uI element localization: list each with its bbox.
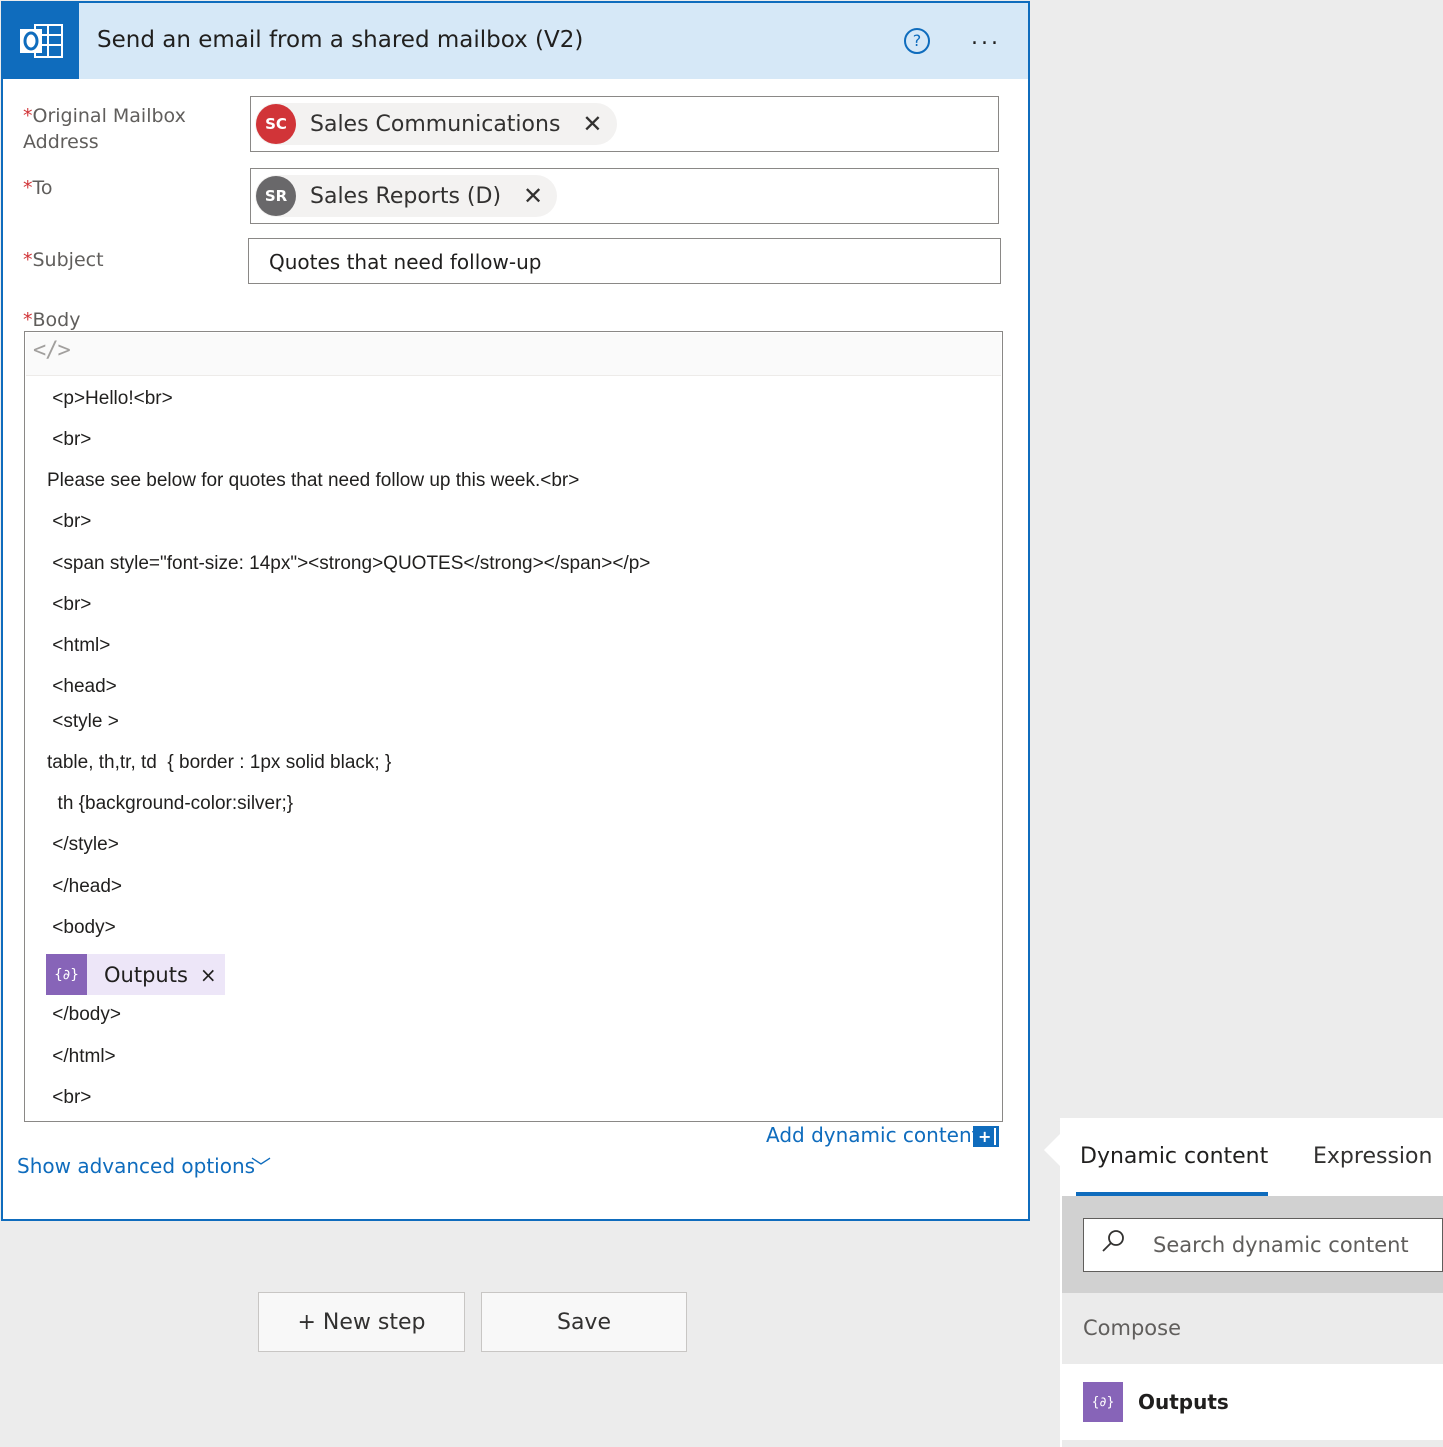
- remove-token-icon[interactable]: ✕: [523, 182, 543, 210]
- panel-pointer: [1044, 1134, 1060, 1166]
- recipient-token[interactable]: SR Sales Reports (D) ✕: [255, 175, 558, 217]
- outputs-token[interactable]: {∂} Outputs ×: [46, 954, 225, 995]
- show-advanced-options-link[interactable]: Show advanced options: [17, 1154, 255, 1178]
- body-line: table, th,tr, td { border : 1px solid bl…: [47, 752, 392, 773]
- add-dynamic-content-icon[interactable]: +: [973, 1126, 999, 1147]
- body-line: <html>: [47, 635, 111, 656]
- remove-token-icon[interactable]: ✕: [582, 110, 602, 138]
- body-line: <br>: [47, 429, 92, 450]
- mailbox-token[interactable]: SC Sales Communications ✕: [255, 103, 617, 145]
- subject-label: *Subject: [23, 249, 104, 271]
- body-line: <br>: [47, 1087, 92, 1108]
- to-label: *To: [23, 177, 53, 199]
- add-dynamic-content-link[interactable]: Add dynamic content: [766, 1123, 980, 1147]
- outputs-token-label: Outputs: [104, 962, 188, 987]
- body-editor[interactable]: </> <p>Hello!<br> <br> Please see below …: [24, 331, 1003, 1122]
- body-line: <br>: [47, 594, 92, 615]
- code-view-icon[interactable]: </>: [33, 338, 71, 363]
- body-line: <body>: [47, 917, 116, 938]
- body-line: <span style="font-size: 14px"><strong>QU…: [47, 553, 651, 574]
- original-mailbox-field[interactable]: SC Sales Communications ✕: [250, 96, 999, 152]
- tab-dynamic-content[interactable]: Dynamic content: [1080, 1144, 1268, 1169]
- body-label: *Body: [23, 309, 81, 331]
- help-icon[interactable]: ?: [904, 28, 930, 54]
- action-title: Send an email from a shared mailbox (V2): [97, 27, 584, 53]
- body-line: th {background-color:silver;}: [47, 793, 294, 814]
- more-options-icon[interactable]: ...: [971, 25, 1001, 50]
- outputs-item[interactable]: Outputs: [1138, 1390, 1229, 1414]
- body-line: </body>: [47, 1004, 121, 1025]
- search-icon: [1100, 1228, 1126, 1260]
- divider: [1062, 1440, 1443, 1447]
- compose-icon: {∂}: [46, 954, 87, 995]
- tab-expression[interactable]: Expression: [1313, 1144, 1432, 1169]
- subject-input[interactable]: Quotes that need follow-up: [248, 238, 1001, 284]
- outlook-icon: [3, 3, 79, 79]
- body-line: <style >: [47, 711, 119, 732]
- search-placeholder: Search dynamic content: [1153, 1233, 1409, 1257]
- body-line: <br>: [47, 511, 92, 532]
- new-step-button[interactable]: + New step: [258, 1292, 465, 1352]
- to-field[interactable]: SR Sales Reports (D) ✕: [250, 168, 999, 224]
- avatar: SR: [256, 176, 296, 216]
- chevron-down-icon[interactable]: ﹀: [251, 1151, 271, 1180]
- compose-icon: {∂}: [1083, 1382, 1123, 1422]
- save-button[interactable]: Save: [481, 1292, 687, 1352]
- avatar: SC: [256, 104, 296, 144]
- original-mailbox-label: *Original Mailbox Address: [23, 105, 186, 153]
- body-line: </html>: [47, 1046, 116, 1067]
- body-line: </head>: [47, 876, 123, 897]
- body-line: </style>: [47, 834, 119, 855]
- body-line: <p>Hello!<br>: [47, 388, 173, 409]
- action-header[interactable]: Send an email from a shared mailbox (V2)…: [3, 3, 1028, 79]
- editor-toolbar: </>: [26, 333, 1001, 376]
- body-line: Please see below for quotes that need fo…: [47, 470, 580, 491]
- recipient-token-label: Sales Reports (D): [310, 183, 502, 209]
- mailbox-token-label: Sales Communications: [310, 111, 561, 137]
- remove-token-icon[interactable]: ×: [200, 963, 217, 987]
- compose-group-label: Compose: [1083, 1316, 1182, 1340]
- body-line: <head>: [47, 676, 117, 697]
